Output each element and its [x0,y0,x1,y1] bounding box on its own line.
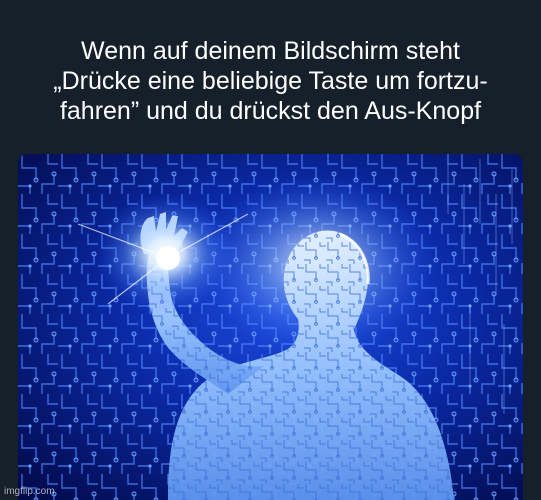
meme-caption: Wenn auf deinem Bildschirm steht „Drücke… [0,36,541,126]
caption-line-1: Wenn auf deinem Bildschirm steht [81,37,460,65]
caption-line-2: „Drücke eine beliebige Taste um fortzu- [53,67,488,95]
meme-image-glowing-circuit-figure [18,154,523,500]
caption-line-3: fahren” und du drückst den Aus-Knopf [59,97,482,125]
glowing-figure-illustration [18,154,523,500]
imgflip-watermark: imgflip.com [4,486,55,497]
meme-post: Wenn auf deinem Bildschirm steht „Drücke… [0,0,541,500]
